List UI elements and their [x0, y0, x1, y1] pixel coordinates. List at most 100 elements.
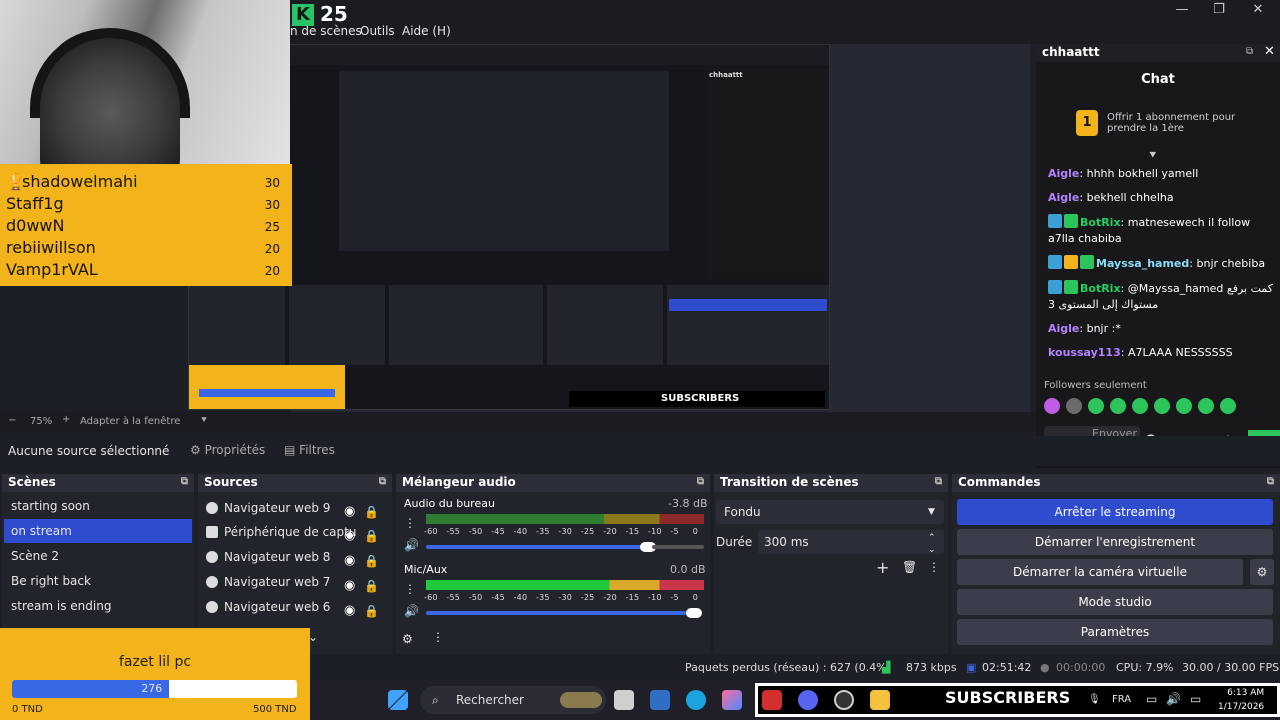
app-icon[interactable]	[650, 690, 670, 710]
chat-username[interactable]: Aigle	[1048, 191, 1079, 204]
kebab-menu-icon[interactable]: ⋮	[404, 516, 416, 530]
kebab-menu-icon[interactable]: ⋮	[928, 560, 940, 574]
scene-item[interactable]: starting soon	[4, 494, 192, 518]
fit-window-option[interactable]: Adapter à la fenêtre	[80, 416, 180, 427]
language-indicator[interactable]: FRA	[1112, 694, 1131, 705]
lock-icon[interactable]: 🔒	[364, 550, 379, 572]
chat-username[interactable]: Aigle	[1048, 167, 1079, 180]
chevron-down-icon[interactable]: ⯆	[200, 415, 208, 426]
volume-icon[interactable]: 🔊	[404, 538, 419, 552]
db-tick-label: -10	[648, 593, 662, 602]
eye-icon[interactable]: ◉	[344, 525, 355, 543]
gear-icon[interactable]: ⚙	[1250, 559, 1274, 585]
gift-sub-icon[interactable]: 1	[1076, 110, 1098, 136]
settings-button[interactable]: Paramètres	[957, 619, 1273, 645]
close-button[interactable]: ✕	[1246, 2, 1270, 18]
lock-icon[interactable]: 🔒	[364, 501, 379, 523]
mic-volume-handle[interactable]	[686, 608, 702, 618]
scene-item[interactable]: stream is ending	[4, 594, 192, 618]
chat-username[interactable]: BotRix	[1080, 216, 1121, 229]
add-icon[interactable]: +	[876, 558, 889, 577]
emote-icon[interactable]	[1220, 398, 1236, 414]
task-view-icon[interactable]	[614, 690, 634, 710]
menu-tools[interactable]: Outils	[360, 24, 395, 38]
mic-tray-icon[interactable]: 🎙	[1088, 694, 1101, 705]
source-item[interactable]: Navigateur web 9 ◉ 🔒	[202, 497, 379, 519]
lock-icon[interactable]: 🔒	[364, 600, 379, 622]
battery-icon[interactable]: ▭	[1190, 692, 1201, 706]
folder-icon[interactable]	[870, 690, 890, 710]
kebab-menu-icon[interactable]: ⋮	[432, 630, 444, 644]
eye-icon[interactable]: ◉	[344, 575, 355, 597]
close-icon[interactable]: ✕	[1264, 44, 1275, 59]
studio-mode-button[interactable]: Mode studio	[957, 589, 1273, 615]
source-item[interactable]: Périphérique de captu ◉ 🔒	[202, 521, 378, 543]
stepper-down-icon[interactable]: ⌄	[928, 538, 936, 562]
eye-icon[interactable]: ◉	[344, 550, 355, 572]
start-virtual-camera-button[interactable]: Démarrer la caméra virtuelle	[957, 559, 1243, 585]
chevron-down-icon[interactable]: ⯆	[1148, 148, 1158, 163]
chat-username[interactable]: BotRix	[1080, 282, 1121, 295]
volume-icon[interactable]: 🔊	[404, 604, 419, 618]
source-item[interactable]: Navigateur web 8 ◉ 🔒	[202, 546, 379, 568]
lock-icon[interactable]: 🔒	[364, 525, 378, 543]
properties-button[interactable]: ⚙ Propriétés	[190, 443, 265, 457]
obs-icon[interactable]	[834, 690, 854, 710]
windows-start-icon[interactable]	[388, 690, 408, 710]
gift-sub-text[interactable]: Offrir 1 abonnement pour prendre la 1ère	[1107, 112, 1257, 134]
source-item[interactable]: Navigateur web 7 ◉ 🔒	[202, 571, 379, 593]
trash-icon[interactable]: 🗑	[902, 560, 917, 574]
start-recording-button[interactable]: Démarrer l'enregistrement	[957, 529, 1273, 555]
mic-volume-slider[interactable]	[426, 611, 700, 615]
zoom-out-button[interactable]: −	[8, 415, 16, 426]
copilot-icon[interactable]	[722, 690, 742, 710]
chat-message: Aigle: bnjr :*	[1048, 322, 1121, 335]
zoom-in-button[interactable]: +	[62, 414, 70, 425]
emote-icon[interactable]	[1154, 398, 1170, 414]
lock-icon[interactable]: 🔒	[364, 575, 379, 597]
emote-icon[interactable]	[1066, 398, 1082, 414]
scene-item[interactable]: Scène 2	[4, 544, 192, 568]
undock-icon[interactable]: ⧉	[697, 476, 704, 487]
search-highlight-icon[interactable]	[560, 692, 602, 708]
db-tick-label: -30	[558, 527, 573, 536]
emote-icon[interactable]	[1110, 398, 1126, 414]
menu-help[interactable]: Aide (H)	[402, 24, 451, 38]
undock-icon[interactable]: ⧉	[1246, 46, 1253, 57]
chat-username[interactable]: Aigle	[1048, 322, 1079, 335]
network-icon[interactable]: ▭	[1146, 692, 1157, 706]
minimize-button[interactable]: —	[1170, 2, 1194, 18]
chat-username[interactable]: koussay113	[1048, 346, 1121, 359]
scene-item[interactable]: Be right back	[4, 569, 192, 593]
eye-icon[interactable]: ◉	[344, 501, 355, 523]
undock-icon[interactable]: ⧉	[379, 476, 386, 487]
scene-item[interactable]: on stream	[4, 519, 192, 543]
app-icon[interactable]	[762, 690, 782, 710]
volume-tray-icon[interactable]: 🔊	[1166, 692, 1181, 706]
emote-icon[interactable]	[1088, 398, 1104, 414]
desktop-volume-slider[interactable]	[426, 545, 652, 549]
filters-button[interactable]: ▤ Filtres	[284, 443, 335, 457]
discord-icon[interactable]	[798, 690, 818, 710]
chat-username[interactable]: Mayssa_hamed	[1096, 257, 1189, 270]
chat-text: bnjr :*	[1086, 322, 1121, 335]
maximize-button[interactable]: ❐	[1207, 2, 1231, 18]
undock-icon[interactable]: ⧉	[1267, 476, 1274, 487]
kebab-menu-icon[interactable]: ⋮	[404, 582, 416, 596]
undock-icon[interactable]: ⧉	[935, 476, 942, 487]
duration-input[interactable]: 300 ms ⌃ ⌄	[758, 530, 944, 555]
camera-icon	[206, 526, 218, 538]
emote-icon[interactable]	[1176, 398, 1192, 414]
emote-icon[interactable]	[1044, 398, 1060, 414]
source-item[interactable]: Navigateur web 6 ◉ 🔒	[202, 596, 379, 618]
gear-icon[interactable]: ⚙	[402, 632, 413, 646]
undock-icon[interactable]: ⧉	[181, 476, 188, 487]
menu-scene-collection[interactable]: n de scènes	[290, 24, 362, 38]
eye-icon[interactable]: ◉	[344, 600, 355, 622]
edge-icon[interactable]	[686, 690, 706, 710]
emote-icon[interactable]	[1198, 398, 1214, 414]
stop-streaming-button[interactable]: Arrêter le streaming	[957, 499, 1273, 525]
taskbar-clock[interactable]: 6:13 AM 1/17/2026	[1218, 686, 1264, 714]
emote-icon[interactable]	[1132, 398, 1148, 414]
transition-select[interactable]: Fondu ▼	[716, 500, 944, 524]
